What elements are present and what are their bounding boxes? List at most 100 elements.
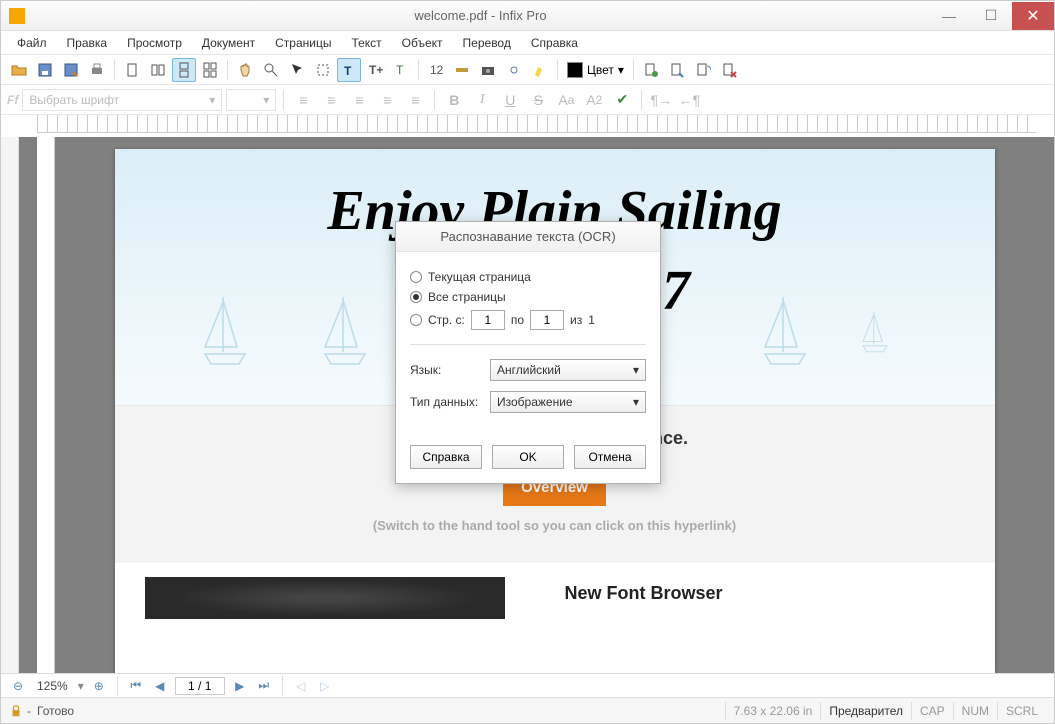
radio-icon [410, 271, 422, 283]
rotate-page-button[interactable] [691, 58, 715, 82]
vertical-ruler[interactable] [37, 137, 55, 673]
menu-help[interactable]: Справка [523, 34, 586, 52]
bold-button[interactable]: B [442, 88, 466, 112]
first-page-button[interactable]: ⏮ [127, 677, 145, 695]
strike-button[interactable]: S [526, 88, 550, 112]
italic-button[interactable]: I [470, 88, 494, 112]
section-font-browser: New Font Browser [115, 563, 995, 633]
chevron-down-icon: ▾ [263, 93, 269, 107]
radio-page-range[interactable]: Стр. с: по из 1 [410, 310, 646, 330]
print-button[interactable] [85, 58, 109, 82]
redact-tool-button[interactable] [450, 58, 474, 82]
radio-current-page[interactable]: Текущая страница [410, 270, 646, 284]
ok-button[interactable]: OK [492, 445, 564, 469]
menu-text[interactable]: Текст [343, 34, 389, 52]
zoom-tool-button[interactable] [259, 58, 283, 82]
underline-button[interactable]: U [498, 88, 522, 112]
subscript-button[interactable]: A2 [582, 88, 606, 112]
statusbar: - Готово 7.63 x 22.06 in Предварител CAP… [1, 697, 1054, 723]
align-center-button[interactable]: ≡ [319, 88, 343, 112]
zoom-out-button[interactable]: ⊖ [9, 677, 27, 695]
open-button[interactable] [7, 58, 31, 82]
extract-page-button[interactable] [665, 58, 689, 82]
maximize-button[interactable]: ☐ [970, 2, 1012, 30]
menu-translate[interactable]: Перевод [455, 34, 519, 52]
menu-file[interactable]: Файл [9, 34, 55, 52]
range-of-value: 1 [588, 313, 595, 327]
continuous-button[interactable] [172, 58, 196, 82]
spellcheck-button[interactable]: ✔ [610, 88, 634, 112]
zoom-in-button[interactable]: ⊕ [90, 677, 108, 695]
next-page-button[interactable]: ▶ [231, 677, 249, 695]
dialog-title: Распознавание текста (OCR) [396, 222, 660, 252]
text-plus-button[interactable]: T+ [363, 58, 387, 82]
prev-page-button[interactable]: ◀ [151, 677, 169, 695]
save-button[interactable] [33, 58, 57, 82]
crop-tool-button[interactable] [311, 58, 335, 82]
status-preview[interactable]: Предварител [820, 702, 911, 720]
snapshot-button[interactable] [476, 58, 500, 82]
chevron-down-icon: ▾ [209, 93, 215, 107]
menu-view[interactable]: Просмотр [119, 34, 190, 52]
datatype-select[interactable]: Изображение ▾ [490, 391, 646, 413]
text-tool-button[interactable]: T [337, 58, 361, 82]
color-picker[interactable]: Цвет ▾ [563, 62, 628, 78]
svg-text:T+: T+ [369, 63, 383, 77]
font-size-select[interactable]: ▾ [226, 89, 276, 111]
link-tool-button[interactable] [502, 58, 526, 82]
align-left-button[interactable]: ≡ [291, 88, 315, 112]
datatype-value: Изображение [497, 395, 573, 409]
menu-edit[interactable]: Правка [59, 34, 116, 52]
ltr-button[interactable]: ¶→ [649, 88, 673, 112]
horizontal-ruler[interactable] [37, 115, 1036, 133]
superscript-button[interactable]: Aa [554, 88, 578, 112]
history-back-button[interactable]: ◁ [292, 677, 310, 695]
align-right-button[interactable]: ≡ [347, 88, 371, 112]
rtl-button[interactable]: ←¶ [677, 88, 701, 112]
range-to-input[interactable] [530, 310, 564, 330]
facing-pages-button[interactable] [146, 58, 170, 82]
help-button[interactable]: Справка [410, 445, 482, 469]
language-select[interactable]: Английский ▾ [490, 359, 646, 381]
lock-icon [9, 704, 23, 718]
page-input[interactable] [175, 677, 225, 695]
cancel-button[interactable]: Отмена [574, 445, 646, 469]
align-justify-button[interactable]: ≡ [375, 88, 399, 112]
thumbnail-gutter[interactable] [1, 137, 19, 673]
ocr-dialog: Распознавание текста (OCR) Текущая стран… [395, 221, 661, 484]
status-num: NUM [953, 702, 997, 720]
highlight-tool-button[interactable] [528, 58, 552, 82]
last-page-button[interactable]: ⏭ [255, 677, 273, 695]
status-dimensions: 7.63 x 22.06 in [725, 702, 821, 720]
add-page-button[interactable] [639, 58, 663, 82]
chevron-down-icon[interactable]: ▾ [78, 679, 84, 693]
radio-label: Текущая страница [428, 270, 531, 284]
delete-page-button[interactable] [717, 58, 741, 82]
save-as-button[interactable] [59, 58, 83, 82]
history-forward-button[interactable]: ▷ [316, 677, 334, 695]
align-full-button[interactable]: ≡ [403, 88, 427, 112]
menu-object[interactable]: Объект [394, 34, 451, 52]
select-tool-button[interactable] [285, 58, 309, 82]
svg-text:123: 123 [430, 63, 444, 77]
status-scrl: SCRL [997, 702, 1046, 720]
menu-document[interactable]: Документ [194, 34, 263, 52]
color-swatch-icon [567, 62, 583, 78]
single-page-button[interactable] [120, 58, 144, 82]
status-cap: CAP [911, 702, 953, 720]
range-from-input[interactable] [471, 310, 505, 330]
continuous-facing-button[interactable] [198, 58, 222, 82]
radio-all-pages[interactable]: Все страницы [410, 290, 646, 304]
main-toolbar: T T+ T 123 Цвет ▾ [1, 55, 1054, 85]
minimize-button[interactable]: — [928, 2, 970, 30]
text-link-button[interactable]: T [389, 58, 413, 82]
hand-tool-button[interactable] [233, 58, 257, 82]
number-tool-button[interactable]: 123 [424, 58, 448, 82]
navigation-bar: ⊖ 125% ▾ ⊕ ⏮ ◀ ▶ ⏭ ◁ ▷ [1, 673, 1054, 697]
close-button[interactable]: ✕ [1012, 2, 1054, 30]
menu-pages[interactable]: Страницы [267, 34, 339, 52]
font-select[interactable]: Выбрать шрифт ▾ [22, 89, 222, 111]
language-label: Язык: [410, 363, 490, 377]
datatype-label: Тип данных: [410, 395, 490, 409]
svg-text:T: T [396, 63, 404, 77]
